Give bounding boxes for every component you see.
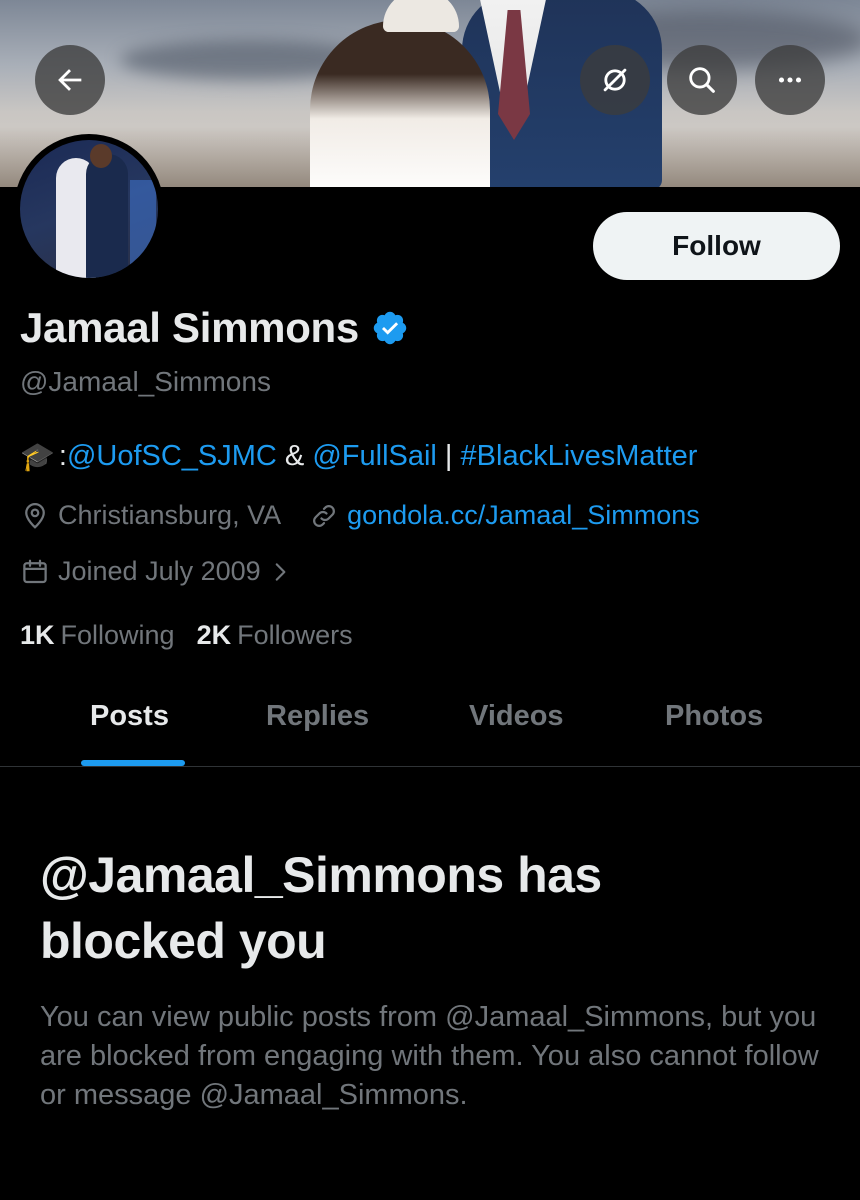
- banner-person: [310, 20, 490, 187]
- website-link[interactable]: gondola.cc/Jamaal_Simmons: [347, 500, 700, 531]
- followers-label: Followers: [237, 620, 353, 650]
- avatar-image: [20, 140, 158, 278]
- followers-count: 2K: [196, 620, 232, 650]
- location-text: Christiansburg, VA: [58, 500, 282, 530]
- graduation-cap-icon: 🎓: [20, 441, 55, 472]
- chevron-right-icon: [275, 562, 286, 581]
- bio-separator: |: [436, 440, 461, 472]
- following-label: Following: [60, 620, 175, 650]
- handle: @Jamaal_Simmons: [20, 366, 271, 397]
- bio-mention-fullsail[interactable]: @FullSail: [312, 440, 437, 473]
- banner-hat: [383, 0, 459, 32]
- display-name: Jamaal Simmons: [20, 304, 359, 351]
- search-icon: [689, 67, 715, 93]
- avatar-groom: [86, 154, 128, 278]
- following-count-link[interactable]: 1K Following: [20, 620, 175, 651]
- name-row: Jamaal Simmons: [20, 304, 409, 352]
- tab-videos[interactable]: Videos: [469, 700, 564, 733]
- grok-button[interactable]: [580, 45, 650, 115]
- profile-tabs: Posts Replies Videos Photos: [0, 690, 860, 767]
- bio-hashtag[interactable]: #BlackLivesMatter: [461, 440, 698, 473]
- avatar-light: [130, 180, 156, 270]
- following-count: 1K: [20, 620, 55, 650]
- calendar-icon: [23, 559, 47, 583]
- link-icon: [313, 504, 336, 527]
- joined-text: Joined July 2009: [58, 556, 261, 586]
- blocked-title: @Jamaal_Simmons has blocked you: [40, 847, 602, 969]
- slash-circle-icon: [603, 68, 627, 92]
- bio-ampersand: &: [276, 440, 313, 472]
- follow-button[interactable]: Follow: [593, 212, 840, 280]
- tab-replies[interactable]: Replies: [266, 700, 369, 733]
- more-icon: [778, 77, 802, 83]
- bio-mention-uofsc[interactable]: @UofSC_SJMC: [67, 440, 277, 473]
- avatar[interactable]: [14, 134, 164, 284]
- avatar-head: [90, 144, 112, 168]
- location-pin-icon: [25, 502, 45, 529]
- active-tab-indicator: [81, 760, 185, 766]
- tab-posts[interactable]: Posts: [90, 700, 169, 733]
- location-row: Christiansburg, VA gondola.cc/Jamaal_Sim…: [20, 500, 700, 531]
- search-button[interactable]: [667, 45, 737, 115]
- tab-photos[interactable]: Photos: [665, 700, 763, 733]
- joined-row[interactable]: Joined July 2009: [20, 556, 301, 587]
- follow-counts: 1K Following 2K Followers: [20, 620, 353, 651]
- back-arrow-icon: [58, 69, 82, 91]
- blocked-description: You can view public posts from @Jamaal_S…: [40, 1001, 819, 1111]
- back-button[interactable]: [35, 45, 105, 115]
- bio: 🎓 : @UofSC_SJMC & @FullSail | #BlackLive…: [20, 440, 697, 473]
- followers-count-link[interactable]: 2K Followers: [197, 620, 353, 651]
- more-button[interactable]: [755, 45, 825, 115]
- verified-badge-icon[interactable]: [371, 309, 409, 347]
- bio-colon: :: [58, 440, 67, 472]
